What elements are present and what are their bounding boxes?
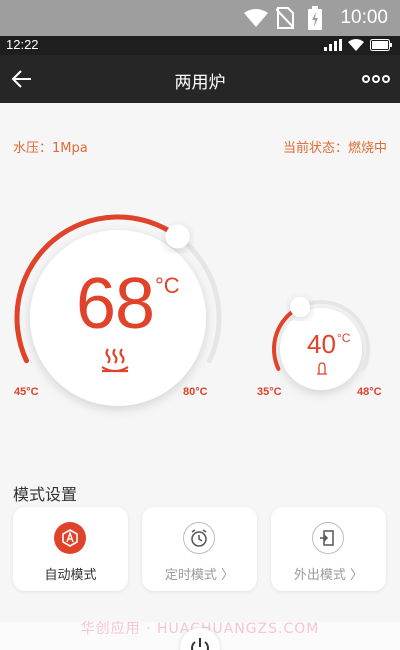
exit-door-icon bbox=[312, 522, 344, 554]
heating-temperature-unit: °C bbox=[155, 273, 180, 298]
current-status-label: 当前状态：燃烧中 bbox=[282, 141, 387, 156]
app-status-bar: 12:22 bbox=[0, 36, 400, 55]
system-time: 10:00 bbox=[340, 7, 388, 28]
battery-small-icon bbox=[370, 39, 392, 51]
timer-mode-card[interactable]: 定时模式 〉 bbox=[142, 507, 257, 591]
water-pressure-label: 水压：1Mpa bbox=[13, 141, 88, 156]
wifi-icon bbox=[244, 9, 268, 27]
water-temperature-unit: °C bbox=[337, 331, 351, 345]
heating-min-label: 45°C bbox=[14, 386, 39, 398]
app-header: 两用炉 bbox=[0, 55, 400, 103]
heating-dial-knob[interactable] bbox=[165, 224, 190, 249]
system-status-bar: 10:00 bbox=[0, 0, 400, 36]
no-sim-icon bbox=[276, 7, 294, 29]
auto-mode-label: 自动模式 bbox=[44, 568, 97, 583]
signal-icon bbox=[324, 39, 342, 51]
water-max-label: 48°C bbox=[357, 386, 382, 398]
app-status-time: 12:22 bbox=[6, 37, 39, 52]
heating-temperature-value: 68 bbox=[76, 264, 155, 344]
auto-mode-icon bbox=[54, 522, 86, 554]
timer-mode-label: 定时模式 〉 bbox=[164, 568, 235, 583]
power-button[interactable] bbox=[180, 628, 220, 650]
power-icon bbox=[191, 638, 209, 650]
page-title: 两用炉 bbox=[174, 73, 226, 93]
heating-icon bbox=[101, 348, 129, 373]
away-mode-card[interactable]: 外出模式 〉 bbox=[271, 507, 386, 591]
faucet-icon bbox=[317, 362, 327, 375]
heating-max-label: 80°C bbox=[183, 386, 208, 398]
water-dial-knob[interactable] bbox=[290, 297, 310, 317]
battery-charging-icon bbox=[308, 6, 322, 30]
auto-mode-card[interactable]: 自动模式 bbox=[13, 507, 128, 591]
mode-settings-title: 模式设置 bbox=[13, 485, 78, 504]
water-min-label: 35°C bbox=[257, 386, 282, 398]
water-temperature-value: 40 bbox=[307, 329, 336, 359]
more-options-icon[interactable] bbox=[362, 70, 390, 88]
away-mode-label: 外出模式 〉 bbox=[293, 568, 364, 583]
alarm-clock-icon bbox=[183, 522, 215, 554]
wifi-small-icon bbox=[348, 39, 364, 51]
